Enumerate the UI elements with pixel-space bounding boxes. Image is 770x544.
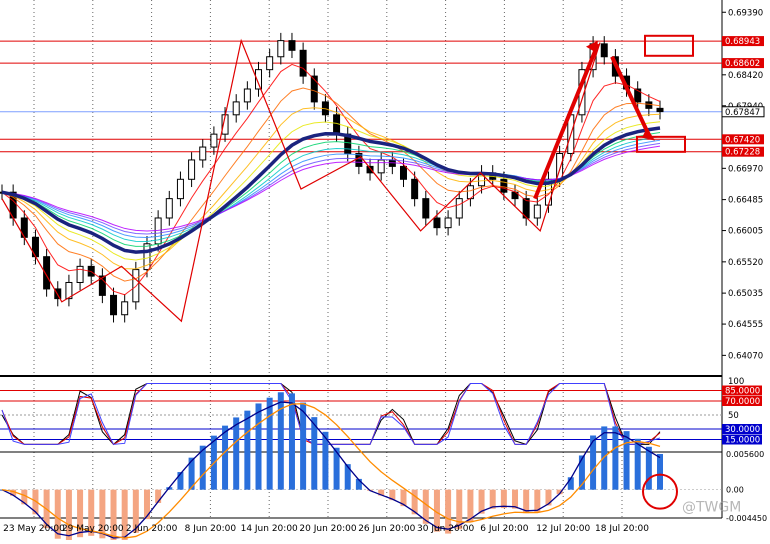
macd-histogram-bar [255, 403, 262, 490]
candle-body[interactable] [500, 178, 508, 193]
candle-body[interactable] [243, 88, 251, 103]
chart-svg: 23 May 20:0029 May 20:00 2 Jun 20:00 8 Jun… [0, 0, 767, 544]
oscillator-level-label: 15.0000 [725, 436, 760, 446]
macd-histogram-bar [344, 464, 351, 490]
candle-body[interactable] [121, 301, 129, 316]
macd-histogram-bar [512, 489, 519, 509]
candle-body[interactable] [277, 40, 285, 58]
macd-histogram-bar [489, 489, 496, 509]
x-tick-label: 14 Jun 20:00 [241, 524, 298, 534]
candle-body[interactable] [165, 198, 173, 219]
candle-body[interactable] [266, 56, 274, 71]
candle-body[interactable] [188, 159, 196, 180]
candle-body[interactable] [399, 165, 407, 180]
macd-histogram-bar [645, 446, 652, 490]
x-tick-label: 12 Jul 20:00 [536, 524, 590, 534]
macd-histogram-bar [601, 426, 608, 490]
macd-histogram-bar [233, 417, 240, 490]
candle-body[interactable] [433, 217, 441, 229]
x-tick-label: 23 May 20:00 [3, 524, 65, 534]
price-level-label: 0.68943 [725, 37, 760, 47]
x-tick-label: 29 May 20:00 [62, 524, 124, 534]
candle-body[interactable] [210, 133, 218, 148]
candle-body[interactable] [199, 146, 207, 161]
candle-body[interactable] [411, 178, 419, 200]
x-tick-label: 20 Jun 20:00 [299, 524, 356, 534]
price-level-label: 0.68602 [725, 59, 760, 69]
candle-body[interactable] [288, 40, 296, 51]
macd-histogram-bar [634, 438, 641, 490]
x-tick-label: 30 Jun 20:00 [417, 524, 474, 534]
macd-tick-label: 0.005600 [726, 450, 764, 459]
macd-histogram-bar [623, 431, 630, 490]
x-tick-label: 6 Jul 20:00 [480, 524, 529, 534]
y-tick-label: 0.65520 [728, 258, 763, 268]
price-level-label: 0.67228 [725, 148, 760, 158]
macd-histogram-bar [311, 417, 318, 490]
macd-histogram-bar [266, 397, 273, 490]
oscillator-level-label: 70.0000 [725, 397, 760, 407]
candle-body[interactable] [600, 43, 608, 58]
macd-histogram-bar [222, 425, 229, 490]
macd-histogram-bar [143, 489, 150, 520]
candle-body[interactable] [176, 178, 184, 200]
y-tick-label: 0.66005 [728, 227, 763, 237]
macd-histogram-bar [300, 402, 307, 490]
y-tick-label: 0.69390 [728, 8, 763, 18]
candle-body[interactable] [110, 294, 118, 316]
x-tick-label: 26 Jun 20:00 [358, 524, 415, 534]
y-tick-label: 0.64070 [728, 351, 763, 361]
oscillator-level-label: 85.0000 [725, 387, 760, 397]
y-tick-label: 0.66485 [728, 196, 763, 206]
macd-histogram-bar [657, 453, 663, 490]
oscillator-level-label: 50 [728, 411, 739, 421]
y-tick-label: 0.66970 [728, 164, 763, 174]
y-tick-label: 0.65035 [728, 289, 763, 299]
x-tick-label: 18 Jul 20:00 [595, 524, 649, 534]
candle-body[interactable] [377, 159, 385, 174]
candle-body[interactable] [299, 49, 307, 77]
oscillator-level-label: 30.0000 [725, 425, 760, 435]
candle-body[interactable] [422, 198, 430, 219]
candle-body[interactable] [444, 217, 452, 229]
price-level-label: 0.67847 [725, 108, 760, 118]
candle-body[interactable] [455, 198, 463, 219]
price-level-label: 0.67420 [725, 135, 760, 145]
x-tick-label: 8 Jun 20:00 [185, 524, 237, 534]
macd-histogram-bar [244, 410, 251, 490]
candle-body[interactable] [656, 107, 664, 113]
candle-body[interactable] [645, 101, 653, 109]
candle-body[interactable] [533, 204, 541, 219]
watermark-text: @TWGM [682, 500, 741, 516]
macd-histogram-bar [612, 426, 619, 490]
chart-window: 23 May 20:00 29 May 20:00 2 Jun 20:00 8 Jun… [0, 0, 770, 544]
macd-histogram-bar [288, 393, 295, 490]
y-tick-label: 0.68420 [728, 71, 763, 81]
macd-histogram-bar [277, 392, 284, 490]
macd-tick-label: 0.00 [726, 486, 744, 495]
y-tick-label: 0.64555 [728, 320, 763, 330]
candle-body[interactable] [232, 101, 240, 116]
x-tick-label: 2 Jun 20:00 [126, 524, 178, 534]
macd-histogram-bar [500, 489, 507, 509]
